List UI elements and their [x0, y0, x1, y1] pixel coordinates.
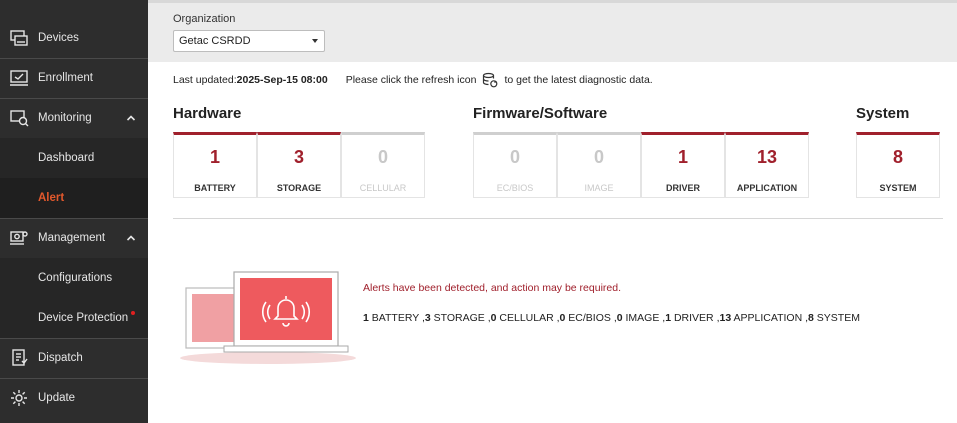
- sidebar-item-configurations[interactable]: Configurations: [0, 258, 148, 298]
- sidebar-item-alert[interactable]: Alert: [0, 178, 148, 218]
- card-label: DRIVER: [665, 183, 700, 193]
- sidebar-item-label: Dispatch: [38, 352, 83, 364]
- alert-summary: 1 BATTERY ,3 STORAGE ,0 CELLULAR ,0 EC/B…: [363, 312, 860, 324]
- last-updated-label: Last updated:: [173, 74, 237, 86]
- sidebar-item-label: Enrollment: [38, 72, 93, 84]
- summary-label: IMAGE: [625, 312, 660, 324]
- dispatch-icon: [8, 347, 30, 369]
- storage-card[interactable]: 3 STORAGE: [257, 132, 341, 198]
- battery-card[interactable]: 1 BATTERY: [173, 132, 257, 198]
- ec-bios-card[interactable]: 0 EC/BIOS: [473, 132, 557, 198]
- card-count: 0: [593, 147, 604, 167]
- monitoring-icon: [8, 107, 30, 129]
- sidebar-item-dashboard[interactable]: Dashboard: [0, 138, 148, 178]
- summary-count: 8: [808, 312, 814, 324]
- card-count: 0: [509, 147, 520, 167]
- summary-count: 1: [363, 312, 369, 324]
- hardware-cards: 1 BATTERY 3 STORAGE 0 CELLULAR: [173, 132, 425, 198]
- refresh-hint-after: to get the latest diagnostic data.: [504, 74, 653, 86]
- card-label: BATTERY: [194, 183, 236, 193]
- organization-select[interactable]: Getac CSRDD: [173, 30, 325, 52]
- devices-icon: [8, 27, 30, 49]
- summary-label: STORAGE: [433, 312, 485, 324]
- firmware-cards: 0 EC/BIOS 0 IMAGE 1 DRIVER 13 APPLICATIO…: [473, 132, 809, 198]
- sidebar-item-label: Devices: [38, 32, 79, 44]
- sidebar-item-devices[interactable]: Devices: [0, 18, 148, 58]
- hardware-title: Hardware: [173, 105, 242, 122]
- system-card[interactable]: 8 SYSTEM: [856, 132, 940, 198]
- sidebar-item-monitoring[interactable]: Monitoring: [0, 98, 148, 138]
- application-card[interactable]: 13 APPLICATION: [725, 132, 809, 198]
- summary-count: 0: [616, 312, 623, 324]
- sidebar-item-device-protection[interactable]: Device Protection: [0, 298, 148, 338]
- summary-count: 0: [559, 312, 566, 324]
- sidebar-item-label: Management: [38, 232, 106, 244]
- card-count: 0: [377, 147, 388, 167]
- sidebar-item-update[interactable]: Update: [0, 378, 148, 418]
- summary-count: 1: [665, 312, 672, 324]
- organization-bar: Organization Getac CSRDD: [148, 0, 957, 62]
- card-label: IMAGE: [584, 183, 614, 193]
- summary-count: 3: [424, 312, 431, 324]
- system-title: System: [856, 105, 910, 122]
- alert-laptop-illustration-icon: [180, 271, 356, 364]
- card-label: STORAGE: [276, 183, 322, 193]
- driver-card[interactable]: 1 DRIVER: [641, 132, 725, 198]
- management-icon: [8, 227, 30, 249]
- sidebar-item-enrollment[interactable]: Enrollment: [0, 58, 148, 98]
- card-count: 3: [293, 147, 304, 167]
- card-label: SYSTEM: [879, 183, 917, 193]
- sidebar-item-dispatch[interactable]: Dispatch: [0, 338, 148, 378]
- summary-label: DRIVER: [673, 312, 714, 324]
- sidebar: Devices Enrollment Monitoring Dashboard …: [0, 0, 148, 423]
- summary-label: CELLULAR: [499, 312, 554, 324]
- summary-label: APPLICATION: [733, 312, 803, 324]
- summary-label: EC/BIOS: [568, 312, 611, 324]
- card-count: 8: [892, 147, 903, 167]
- last-updated-value: 2025-Sep-15 08:00: [236, 74, 328, 86]
- section-divider: [173, 218, 943, 219]
- refresh-icon[interactable]: [482, 72, 498, 88]
- sidebar-item-management[interactable]: Management: [0, 218, 148, 258]
- main-content: Organization Getac CSRDD Last updated: 2…: [148, 0, 957, 423]
- sidebar-item-label: Update: [38, 392, 76, 404]
- refresh-hint-before: Please click the refresh icon: [345, 74, 477, 86]
- alert-message: Alerts have been detected, and action ma…: [363, 282, 621, 294]
- organization-label: Organization: [173, 13, 236, 25]
- card-count: 13: [756, 147, 778, 167]
- sidebar-item-label: Monitoring: [38, 112, 92, 124]
- firmware-title: Firmware/Software: [473, 105, 608, 122]
- caret-down-icon: [312, 39, 318, 43]
- card-count: 1: [209, 147, 220, 167]
- chevron-up-icon[interactable]: [126, 233, 136, 243]
- summary-count: 13: [719, 312, 732, 324]
- system-cards: 8 SYSTEM: [856, 132, 940, 198]
- card-count: 1: [677, 147, 688, 167]
- image-card[interactable]: 0 IMAGE: [557, 132, 641, 198]
- summary-label: BATTERY: [371, 312, 420, 324]
- enrollment-icon: [8, 67, 30, 89]
- sidebar-item-label: Device Protection: [38, 312, 129, 324]
- summary-label: SYSTEM: [816, 312, 860, 324]
- organization-selected-value: Getac CSRDD: [179, 35, 251, 47]
- summary-count: 0: [490, 312, 497, 324]
- update-icon: [8, 387, 30, 409]
- chevron-up-icon[interactable]: [126, 113, 136, 123]
- card-label: APPLICATION: [736, 183, 798, 193]
- card-label: EC/BIOS: [496, 183, 534, 193]
- card-label: CELLULAR: [359, 183, 407, 193]
- cellular-card[interactable]: 0 CELLULAR: [341, 132, 425, 198]
- notification-dot: [131, 311, 136, 315]
- last-updated-row: Last updated: 2025-Sep-15 08:00 Please c…: [173, 72, 653, 88]
